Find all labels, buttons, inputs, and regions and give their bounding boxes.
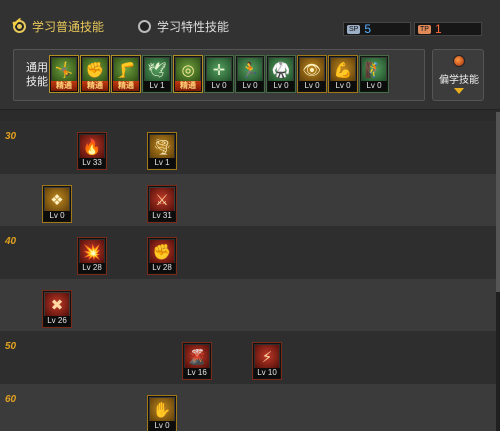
skill-slot[interactable]: ✖ Lv 26 [42,290,72,328]
common-skills-label: 通用技能 [26,62,48,88]
skill-slot[interactable]: 🦵 精通 [111,55,141,93]
tp-tag: TP [418,24,431,34]
skill-slot[interactable]: 🌪 Lv 1 [147,132,177,170]
learn-skill-button[interactable]: 偏学技能 [432,49,484,101]
skill-level-label: 精通 [113,81,139,91]
skill-row: 40 💥 Lv 28 ✊ Lv 28 [0,226,500,279]
climber-icon: 🧗 [362,58,386,82]
skill-row: 60 ✋ Lv 0 [0,384,500,431]
eye-icon: 👁 [300,58,324,82]
skill-level-label: Lv 10 [254,368,280,378]
learn-skill-label: 偏学技能 [439,75,479,86]
wings-icon: 🕊 [145,58,169,82]
skill-header: ✔ 学习普通技能 学习特性技能 SP 5 TP 1 通用技能 🤸 精通 ✊ 精通 🦵 精通… [0,0,500,110]
tab-normal-label: 学习普通技能 [32,20,105,34]
skill-level-label: Lv 31 [149,211,175,221]
tab-special-skills[interactable]: 学习特性技能 [138,18,229,35]
tab-special-label: 学习特性技能 [157,20,230,34]
skill-slot[interactable]: 🥋 Lv 0 [266,55,296,93]
skill-slot[interactable]: 🤸 精通 [49,55,79,93]
skill-slot[interactable]: 🏃 Lv 0 [235,55,265,93]
common-skills-panel: 通用技能 🤸 精通 ✊ 精通 🦵 精通 🕊 Lv 1 ◎ 精通 ✛ Lv 0 🏃 Lv 0 🥋 Lv 0 👁 Lv… [13,49,425,101]
skill-slot[interactable]: ✛ Lv 0 [204,55,234,93]
skill-level-label: Lv 0 [361,81,387,91]
cross-blade-icon: ✖ [45,293,69,317]
tab-normal-skills[interactable]: ✔ 学习普通技能 [11,14,105,35]
rune-icon: ❖ [45,188,69,212]
checkmark-icon: ✔ [11,14,23,30]
level-requirement: 60 [5,394,17,405]
tp-value: 1 [434,22,442,36]
skill-level-label: 精通 [175,81,201,91]
grab-icon: ✊ [83,58,107,82]
skill-slot[interactable]: ⚡ Lv 10 [252,342,282,380]
skill-slot[interactable]: ❖ Lv 0 [42,185,72,223]
lightning-icon: ⚡ [255,345,279,369]
skill-slot[interactable]: 💪 Lv 0 [328,55,358,93]
skill-slot[interactable]: ⚔ Lv 31 [147,185,177,223]
flame-wave-icon: 🌋 [185,345,209,369]
sp-tag: SP [347,24,361,34]
skill-level-label: Lv 1 [149,158,175,168]
palm-icon: ✋ [150,398,174,422]
skill-level-label: Lv 0 [299,81,325,91]
skill-level-label: Lv 0 [330,81,356,91]
slash-icon: ⚔ [150,188,174,212]
fire-burst-icon: 💥 [80,240,104,264]
skill-slot[interactable]: 💥 Lv 28 [77,237,107,275]
skill-level-label: Lv 0 [237,81,263,91]
skill-slot[interactable]: 🌋 Lv 16 [182,342,212,380]
skill-level-label: 精通 [51,81,77,91]
skill-level-label: Lv 28 [149,263,175,273]
skill-level-label: Lv 16 [184,368,210,378]
skill-row: ❖ Lv 0 ⚔ Lv 31 [0,174,500,226]
sp-value: 5 [364,22,372,36]
dropdown-arrow-icon [454,88,464,94]
skill-row: ✖ Lv 26 [0,279,500,331]
fighter-icon: 🥋 [269,58,293,82]
acrobat-icon: 🤸 [52,58,76,82]
skill-level-label: Lv 0 [268,81,294,91]
skill-level-label: 精通 [82,81,108,91]
skill-slot[interactable]: 🧗 Lv 0 [359,55,389,93]
skill-level-label: Lv 1 [144,81,170,91]
runner-icon: 🏃 [238,58,262,82]
scrollbar[interactable] [496,112,500,431]
skill-slot[interactable]: 🕊 Lv 1 [142,55,172,93]
skill-slot[interactable]: ✊ 精通 [80,55,110,93]
skill-level-label: Lv 26 [44,316,70,326]
fire-fist-icon: ✊ [150,240,174,264]
tp-counter: TP 1 [414,22,482,36]
kick-icon: 🦵 [114,58,138,82]
skill-row: 50 🌋 Lv 16 ⚡ Lv 10 [0,331,500,384]
skill-row: 30 🔥 Lv 33 🌪 Lv 1 [0,121,500,174]
target-icon: ◎ [176,58,200,82]
crosshair-icon: ✛ [207,58,231,82]
scrollbar-thumb[interactable] [496,112,500,292]
fire-orb-icon [453,55,465,67]
skill-slot[interactable]: ✊ Lv 28 [147,237,177,275]
sp-counter: SP 5 [343,22,411,36]
skill-level-label: Lv 33 [79,158,105,168]
level-requirement: 30 [5,131,17,142]
skill-slot[interactable]: ◎ 精通 [173,55,203,93]
skill-slot[interactable]: 👁 Lv 0 [297,55,327,93]
strongman-icon: 💪 [331,58,355,82]
tornado-icon: 🌪 [150,135,174,159]
skill-slot[interactable]: 🔥 Lv 33 [77,132,107,170]
skill-level-label: Lv 0 [206,81,232,91]
skill-level-label: Lv 0 [149,421,175,431]
level-requirement: 40 [5,236,17,247]
skill-level-label: Lv 28 [79,263,105,273]
fire-trap-icon: 🔥 [80,135,104,159]
skill-level-label: Lv 0 [44,211,70,221]
skill-slot[interactable]: ✋ Lv 0 [147,395,177,431]
level-requirement: 50 [5,341,17,352]
radio-unselected-icon [138,20,151,33]
